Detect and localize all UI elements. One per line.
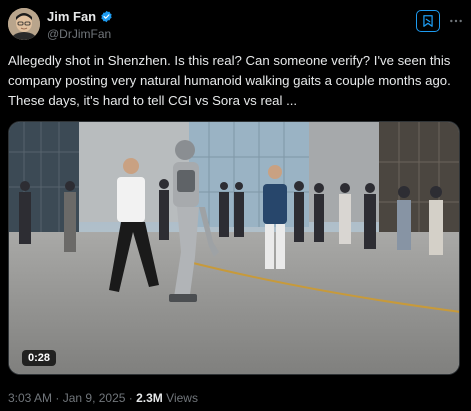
grok-icon xyxy=(423,15,433,27)
views-label: Views xyxy=(166,391,198,405)
author-name[interactable]: Jim Fan xyxy=(47,9,96,24)
avatar-image xyxy=(8,8,40,40)
meta-separator: · xyxy=(55,391,60,405)
tweet-text: Allegedly shot in Shenzhen. Is this real… xyxy=(8,53,451,108)
grok-button[interactable] xyxy=(416,10,440,32)
more-options-button[interactable] xyxy=(447,12,465,30)
author-handle[interactable]: @DrJimFan xyxy=(47,27,111,41)
more-options-icon xyxy=(450,19,462,23)
verified-badge-icon xyxy=(101,10,112,23)
avatar[interactable] xyxy=(8,8,40,40)
author-name-row: Jim Fan xyxy=(47,9,113,24)
video-player[interactable]: 0:28 xyxy=(8,121,460,375)
video-thumbnail xyxy=(9,122,459,374)
tweet-date[interactable]: Jan 9, 2025 xyxy=(63,391,126,405)
views-count: 2.3M xyxy=(136,391,163,405)
video-duration-badge: 0:28 xyxy=(22,350,57,366)
tweet-timestamp[interactable]: 3:03 AM xyxy=(8,391,52,405)
tweet-meta: 3:03 AM · Jan 9, 2025 · 2.3M Views xyxy=(8,391,198,405)
meta-separator: · xyxy=(128,391,133,405)
